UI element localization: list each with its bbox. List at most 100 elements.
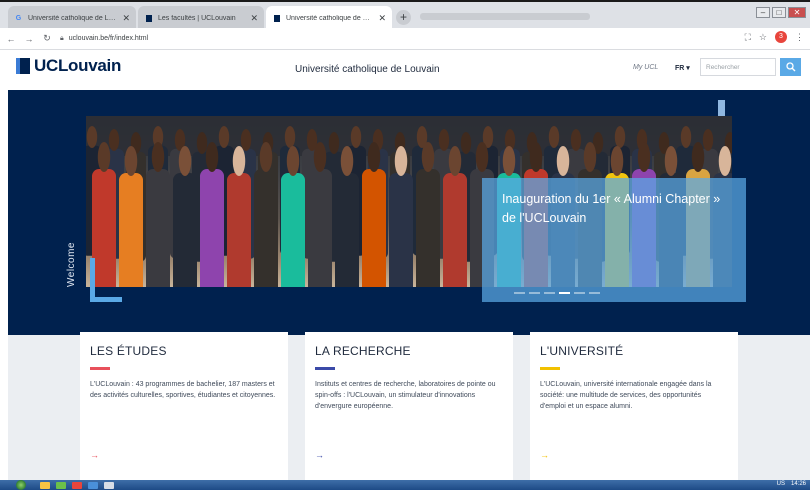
slide-dot[interactable] xyxy=(589,292,600,294)
app-icon[interactable] xyxy=(72,481,82,489)
close-tab-icon[interactable]: ✕ xyxy=(378,13,386,24)
language-selector[interactable]: FR ▾ xyxy=(675,64,690,72)
card-arrow-icon[interactable]: → xyxy=(540,450,549,460)
search-input[interactable] xyxy=(700,58,776,76)
bookmark-star-icon[interactable]: ☆ xyxy=(759,32,767,43)
uclouvain-logo[interactable]: UCLouvain xyxy=(16,56,121,76)
clock[interactable]: 14:26 xyxy=(791,481,806,487)
browser-tab-strip: G Université catholique de Louva... ✕ Le… xyxy=(0,0,810,30)
system-tray: US 14:26 xyxy=(777,481,806,487)
address-bar[interactable]: 🔒︎ uclouvain.be/fr/index.html xyxy=(60,31,148,47)
explorer-icon[interactable] xyxy=(40,481,50,489)
menu-kebab-icon[interactable]: ⋮ xyxy=(795,32,804,43)
decorative-corner-bottom xyxy=(90,258,122,302)
back-arrow-icon[interactable]: ← xyxy=(4,34,18,44)
card-accent-bar xyxy=(90,367,110,370)
person-head xyxy=(86,126,98,148)
browser-toolbar: ← → ↻ 🔒︎ uclouvain.be/fr/index.html ⛶ ☆ … xyxy=(0,28,810,50)
url-text: uclouvain.be/fr/index.html xyxy=(68,35,149,42)
person-head xyxy=(367,142,381,172)
card-title: LA RECHERCHE xyxy=(315,344,411,358)
close-tab-icon[interactable]: ✕ xyxy=(122,13,130,24)
maximize-icon[interactable]: □ xyxy=(772,7,786,18)
card-etudes[interactable]: LES ÉTUDES L'UCLouvain : 43 programmes d… xyxy=(80,332,288,480)
translate-icon[interactable]: ⛶ xyxy=(745,32,751,43)
card-text: L'UCLouvain, université internationale e… xyxy=(540,381,712,410)
slide-dot[interactable] xyxy=(559,292,570,294)
person-head xyxy=(614,126,626,148)
person-head xyxy=(438,129,450,151)
person-head xyxy=(196,132,208,154)
browser-tab-2[interactable]: Les facultés | UCLouvain ✕ xyxy=(138,6,264,30)
person-head xyxy=(284,126,296,148)
slide-dot[interactable] xyxy=(574,292,585,294)
close-tab-icon[interactable]: ✕ xyxy=(250,13,258,24)
minimize-icon[interactable]: – xyxy=(756,7,770,18)
person-head xyxy=(664,146,678,176)
card-universite[interactable]: L'UNIVERSITÉ L'UCLouvain, université int… xyxy=(530,332,738,480)
person-head xyxy=(691,142,705,172)
card-arrow-icon[interactable]: → xyxy=(90,450,99,460)
hero-banner: Welcome Inauguration du 1er « Alumni Cha… xyxy=(8,90,810,335)
welcome-label: Welcome xyxy=(66,242,77,287)
person-head xyxy=(259,142,273,172)
window-controls: – □ ✕ xyxy=(756,7,806,18)
site-header: UCLouvain Université catholique de Louva… xyxy=(0,50,810,90)
tab-title: Université catholique de Louva... xyxy=(286,14,372,22)
person-head xyxy=(328,132,340,154)
new-tab-button[interactable]: + xyxy=(396,10,411,25)
person-body xyxy=(308,169,332,287)
hero-caption-box[interactable]: Inauguration du 1er « Alumni Chapter » d… xyxy=(482,178,746,302)
person-head xyxy=(460,132,472,154)
person-head xyxy=(340,146,354,176)
forward-arrow-icon[interactable]: → xyxy=(22,34,36,44)
person-head xyxy=(205,142,219,172)
person-head xyxy=(556,146,570,176)
start-button-icon[interactable] xyxy=(16,480,26,490)
close-window-icon[interactable]: ✕ xyxy=(788,7,806,18)
person-head xyxy=(680,126,692,148)
profile-avatar[interactable]: 3 xyxy=(775,31,787,43)
slide-indicators xyxy=(514,292,600,294)
person-body xyxy=(173,173,197,287)
card-arrow-icon[interactable]: → xyxy=(315,450,324,460)
my-ucl-link[interactable]: My UCL xyxy=(633,64,658,71)
tab-title: Les facultés | UCLouvain xyxy=(158,14,236,22)
app-icon[interactable] xyxy=(104,481,114,489)
person-head xyxy=(218,126,230,148)
person-head xyxy=(718,146,732,176)
person-body xyxy=(362,169,386,287)
person-head xyxy=(313,142,327,172)
card-accent-bar xyxy=(540,367,560,370)
browser-tab-1[interactable]: G Université catholique de Louva... ✕ xyxy=(8,6,136,30)
person-head xyxy=(286,146,300,176)
site-title[interactable]: Université catholique de Louvain xyxy=(295,64,440,75)
chrome-icon[interactable] xyxy=(88,481,98,489)
person-head xyxy=(151,142,165,172)
ucl-favicon-icon xyxy=(144,14,153,23)
person-head xyxy=(702,129,714,151)
browser-tab-3-active[interactable]: Université catholique de Louva... ✕ xyxy=(266,6,392,30)
person-head xyxy=(124,146,138,176)
slide-dot[interactable] xyxy=(514,292,525,294)
search-button[interactable] xyxy=(780,58,801,76)
person-head xyxy=(240,129,252,151)
slide-dot[interactable] xyxy=(529,292,540,294)
person-body xyxy=(335,173,359,287)
card-recherche[interactable]: LA RECHERCHE Instituts et centres de rec… xyxy=(305,332,513,480)
app-icon[interactable] xyxy=(56,481,66,489)
google-icon: G xyxy=(15,14,22,22)
person-head xyxy=(394,146,408,176)
person-head xyxy=(475,142,489,172)
lock-icon: 🔒︎ xyxy=(60,34,64,42)
card-text: Instituts et centres de recherche, labor… xyxy=(315,381,496,410)
slide-dot[interactable] xyxy=(544,292,555,294)
ucl-favicon-icon xyxy=(272,14,281,23)
tab-title: Université catholique de Louva... xyxy=(28,14,117,22)
person-head xyxy=(583,142,597,172)
person-head xyxy=(178,146,192,176)
locale-indicator[interactable]: US xyxy=(777,481,785,487)
blurred-tab-area xyxy=(420,13,590,20)
reload-icon[interactable]: ↻ xyxy=(40,33,54,44)
person-body xyxy=(416,169,440,287)
